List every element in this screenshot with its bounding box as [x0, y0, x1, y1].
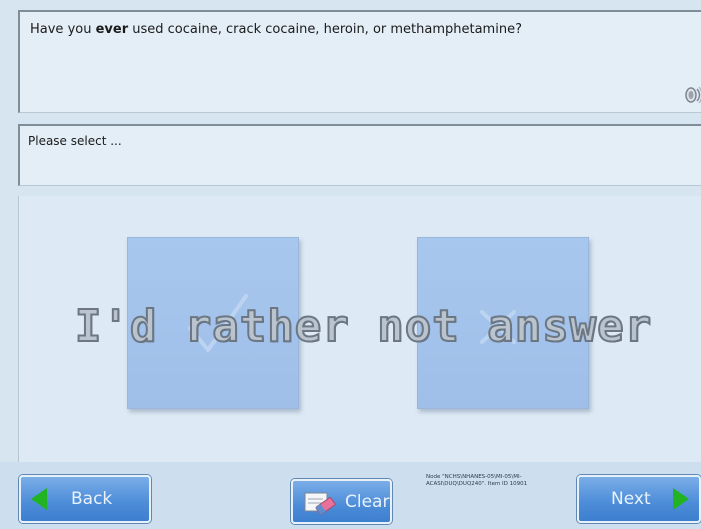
- question-text: Have you ever used cocaine, crack cocain…: [30, 22, 522, 37]
- back-label: Back: [71, 489, 113, 509]
- clear-button[interactable]: Clear: [291, 479, 392, 524]
- next-arrow-icon: [673, 488, 689, 510]
- prompt-text: Please select ...: [28, 134, 122, 148]
- answer-area: I'd rather not answer: [18, 196, 701, 462]
- refuse-to-answer-button[interactable]: I'd rather not answer: [19, 300, 701, 353]
- next-label: Next: [611, 489, 651, 509]
- question-panel: Have you ever used cocaine, crack cocain…: [18, 10, 701, 113]
- back-button[interactable]: Back: [19, 475, 151, 523]
- eraser-icon: [304, 492, 336, 515]
- next-button[interactable]: Next: [577, 475, 701, 523]
- survey-window: Have you ever used cocaine, crack cocain…: [0, 0, 701, 529]
- speaker-icon[interactable]: [682, 84, 701, 106]
- footer-bar: Back Clear Node "NCHS\NHANES-05\MI-05\MI…: [0, 462, 701, 529]
- back-arrow-icon: [31, 488, 47, 510]
- clear-label: Clear: [345, 492, 390, 512]
- prompt-panel: Please select ...: [18, 124, 701, 186]
- question-prefix: Have you: [30, 22, 96, 37]
- question-emphasis: ever: [95, 22, 129, 37]
- question-suffix: used cocaine, crack cocaine, heroin, or …: [128, 22, 522, 37]
- node-info-text: Node "NCHS\NHANES-05\MI-05\MI-ACASI\DUQ\…: [426, 474, 528, 487]
